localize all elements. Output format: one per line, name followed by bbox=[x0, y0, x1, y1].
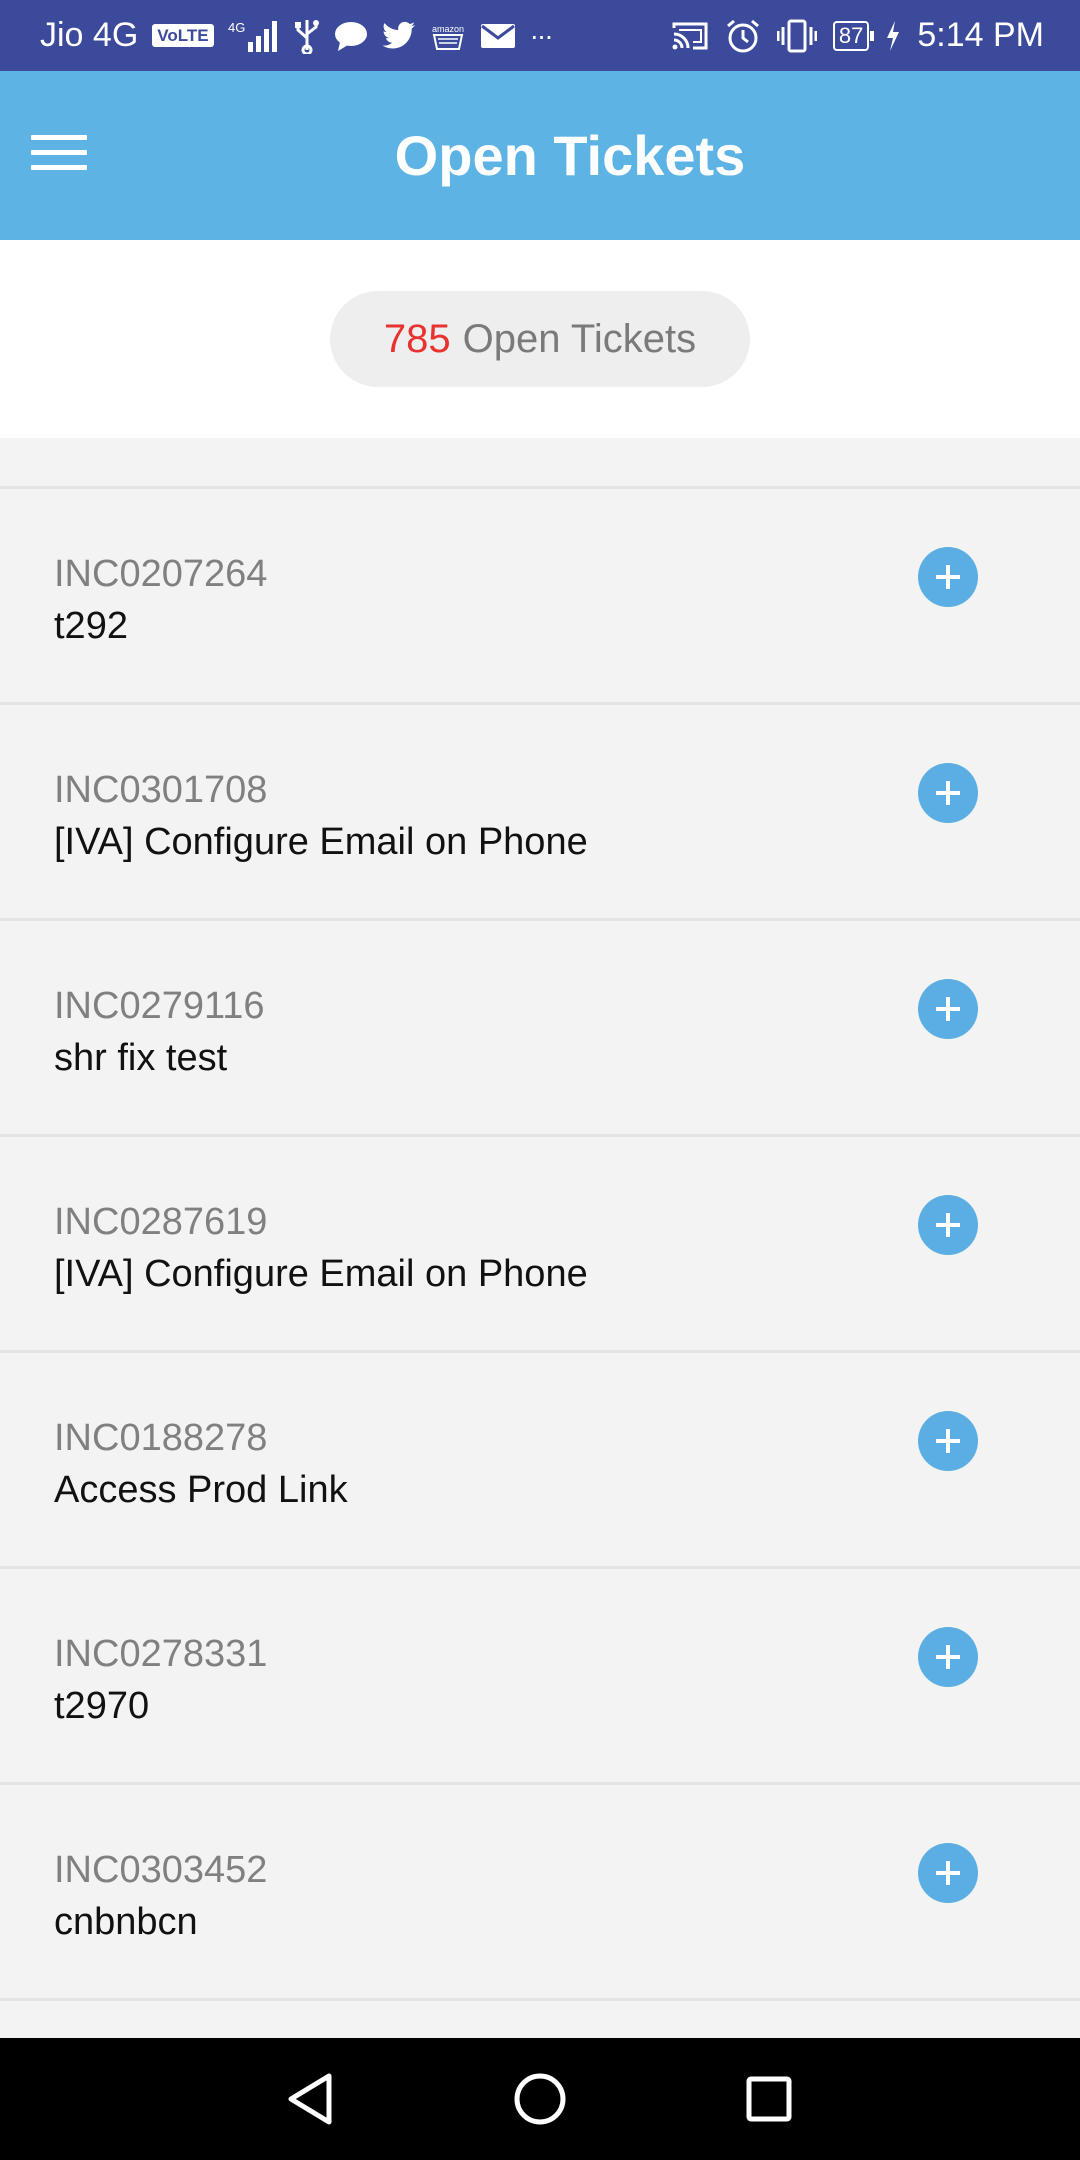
signal-icon: 4G bbox=[228, 16, 280, 56]
add-ticket-button[interactable] bbox=[918, 979, 978, 1039]
ticket-row[interactable]: INC0287619 [IVA] Configure Email on Phon… bbox=[0, 1134, 1080, 1350]
usb-icon bbox=[294, 16, 320, 56]
ticket-row[interactable]: INC0207264 t292 bbox=[0, 486, 1080, 702]
plus-icon bbox=[936, 1645, 960, 1669]
status-bar: Jio 4G VoLTE 4G amazon ··· 87 5:14 PM bbox=[0, 0, 1080, 71]
ticket-number: INC0303452 bbox=[54, 1849, 268, 1891]
add-ticket-button[interactable] bbox=[918, 547, 978, 607]
home-icon bbox=[514, 2073, 566, 2125]
ticket-number: INC0188278 bbox=[54, 1417, 268, 1459]
cast-icon bbox=[671, 16, 709, 56]
status-bar-right: 87 5:14 PM bbox=[671, 16, 1044, 56]
recents-button[interactable] bbox=[729, 2059, 809, 2139]
charging-icon bbox=[885, 16, 901, 56]
alarm-icon bbox=[725, 16, 761, 56]
plus-icon bbox=[936, 565, 960, 589]
ticket-number: INC0279116 bbox=[54, 985, 265, 1027]
mail-icon bbox=[480, 16, 516, 56]
open-tickets-count-label: Open Tickets bbox=[462, 316, 697, 361]
ticket-row[interactable]: INC0279116 shr fix test bbox=[0, 918, 1080, 1134]
chat-bubble-icon bbox=[334, 16, 368, 56]
menu-button[interactable] bbox=[24, 121, 94, 191]
page-title: Open Tickets bbox=[394, 124, 746, 187]
status-bar-left: Jio 4G VoLTE 4G amazon ··· bbox=[40, 16, 554, 56]
amazon-icon: amazon bbox=[430, 16, 466, 56]
ticket-row[interactable]: INC0303452 cnbnbcn bbox=[0, 1782, 1080, 1998]
ticket-description: t2970 bbox=[54, 1685, 150, 1727]
ticket-number: INC0278331 bbox=[54, 1633, 268, 1675]
system-nav-bar bbox=[0, 2038, 1080, 2160]
twitter-icon bbox=[381, 16, 416, 56]
ticket-row[interactable]: INC0278331 t2970 bbox=[0, 1566, 1080, 1782]
carrier-label: Jio 4G bbox=[40, 16, 139, 54]
add-ticket-button[interactable] bbox=[918, 1411, 978, 1471]
add-ticket-button[interactable] bbox=[918, 1843, 978, 1903]
svg-text:amazon: amazon bbox=[432, 24, 464, 34]
ticket-description: t292 bbox=[54, 605, 128, 647]
back-button[interactable] bbox=[270, 2059, 350, 2139]
ticket-description: Access Prod Link bbox=[54, 1469, 348, 1511]
open-tickets-count-badge: 785 Open Tickets bbox=[329, 291, 751, 387]
ticket-description: cnbnbcn bbox=[54, 1901, 198, 1943]
recents-icon bbox=[746, 2076, 792, 2122]
more-icon: ··· bbox=[529, 19, 554, 51]
ticket-description: [IVA] Configure Email on Phone bbox=[54, 1253, 588, 1295]
plus-icon bbox=[936, 781, 960, 805]
home-button[interactable] bbox=[500, 2059, 580, 2139]
plus-icon bbox=[936, 997, 960, 1021]
plus-icon bbox=[936, 1213, 960, 1237]
back-icon bbox=[288, 2073, 332, 2125]
vibrate-icon bbox=[776, 16, 817, 56]
ticket-number: INC0301708 bbox=[54, 769, 268, 811]
add-ticket-button[interactable] bbox=[918, 763, 978, 823]
ticket-row[interactable]: INC0301708 [IVA] Configure Email on Phon… bbox=[0, 702, 1080, 918]
ticket-description: [IVA] Configure Email on Phone bbox=[54, 821, 588, 863]
summary-section: 785 Open Tickets bbox=[0, 240, 1080, 438]
add-ticket-button[interactable] bbox=[918, 1627, 978, 1687]
plus-icon bbox=[936, 1861, 960, 1885]
ticket-number: INC0287619 bbox=[54, 1201, 268, 1243]
ticket-list: INC0207264 t292 INC0301708 [IVA] Configu… bbox=[0, 486, 1080, 2118]
open-tickets-count: 785 bbox=[383, 316, 451, 361]
ticket-number: INC0207264 bbox=[54, 553, 268, 595]
ticket-description: shr fix test bbox=[54, 1037, 228, 1079]
ticket-row[interactable]: INC0188278 Access Prod Link bbox=[0, 1350, 1080, 1566]
clock: 5:14 PM bbox=[917, 16, 1044, 54]
add-ticket-button[interactable] bbox=[918, 1195, 978, 1255]
plus-icon bbox=[936, 1429, 960, 1453]
battery-icon: 87 bbox=[832, 20, 875, 51]
volte-icon: VoLTE bbox=[152, 24, 214, 47]
app-bar: Open Tickets bbox=[0, 71, 1080, 240]
network-type-label: 4G bbox=[228, 20, 245, 35]
hamburger-menu-icon bbox=[31, 133, 87, 178]
